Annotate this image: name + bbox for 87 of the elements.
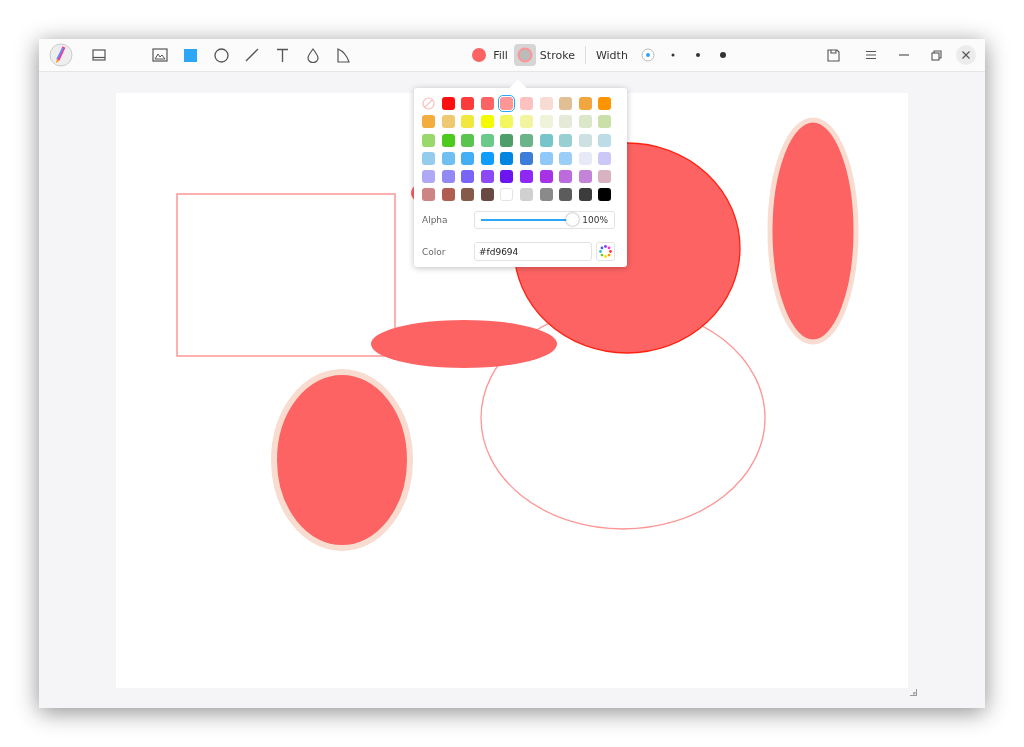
fill-label: Fill	[493, 48, 508, 62]
color-swatch[interactable]	[441, 170, 455, 184]
frame-icon	[92, 49, 106, 61]
color-swatch[interactable]	[441, 97, 455, 110]
color-swatch[interactable]	[480, 115, 494, 129]
color-swatch[interactable]	[461, 151, 475, 165]
image-icon	[152, 48, 168, 62]
drop-icon	[306, 47, 319, 63]
menu-icon	[865, 50, 877, 60]
color-swatch[interactable]	[461, 170, 475, 184]
color-swatch[interactable]	[519, 170, 533, 184]
color-swatch[interactable]	[578, 170, 592, 184]
color-swatch[interactable]	[422, 133, 435, 147]
color-swatch[interactable]	[559, 151, 573, 165]
color-wheel-button[interactable]	[596, 242, 615, 262]
close-button[interactable]	[956, 45, 976, 65]
color-swatch[interactable]	[422, 170, 435, 184]
color-label: Color	[422, 247, 447, 257]
color-swatch[interactable]	[500, 133, 514, 147]
resize-grip-icon[interactable]	[910, 689, 917, 696]
color-swatch[interactable]	[539, 151, 553, 165]
width-label: Width	[595, 48, 628, 62]
color-swatch[interactable]	[500, 115, 514, 129]
color-swatch[interactable]	[539, 97, 553, 110]
color-swatch[interactable]	[559, 115, 573, 129]
color-swatch[interactable]	[500, 97, 514, 110]
color-swatch[interactable]	[598, 188, 612, 202]
circle-icon	[213, 47, 229, 63]
color-swatch[interactable]	[422, 151, 435, 165]
color-swatch[interactable]	[598, 151, 612, 165]
color-swatch[interactable]	[598, 115, 612, 129]
save-icon	[826, 48, 840, 62]
color-swatch[interactable]	[559, 97, 573, 110]
color-swatch[interactable]	[480, 133, 494, 147]
color-swatch[interactable]	[480, 188, 494, 202]
color-swatch[interactable]	[578, 115, 592, 129]
color-swatch[interactable]	[500, 170, 514, 184]
color-swatch[interactable]	[539, 133, 553, 147]
line-icon	[244, 48, 259, 62]
color-swatch[interactable]	[461, 97, 475, 110]
color-swatch[interactable]	[578, 151, 592, 165]
color-hex-field[interactable]: #fd9694	[474, 242, 592, 262]
color-swatch[interactable]	[441, 133, 455, 147]
color-swatch[interactable]	[519, 133, 533, 147]
color-swatch[interactable]	[441, 188, 455, 202]
color-swatch[interactable]	[500, 151, 514, 165]
color-swatch[interactable]	[422, 188, 435, 202]
color-swatch[interactable]	[539, 170, 553, 184]
color-swatch[interactable]	[539, 115, 553, 129]
color-swatch[interactable]	[480, 170, 494, 184]
alpha-slider[interactable]: 100%	[474, 211, 615, 230]
color-swatch[interactable]	[480, 97, 494, 110]
color-swatch[interactable]	[519, 151, 533, 165]
color-swatch[interactable]	[559, 133, 573, 147]
color-swatch[interactable]	[461, 188, 475, 202]
color-swatch[interactable]	[422, 115, 435, 129]
app-logo-icon[interactable]	[49, 43, 73, 67]
color-swatch[interactable]	[519, 188, 533, 202]
alpha-value: 100%	[582, 215, 608, 226]
close-icon	[961, 50, 971, 60]
color-swatch[interactable]	[598, 133, 612, 147]
stroke-label: Stroke	[539, 48, 575, 62]
color-swatch[interactable]	[539, 188, 553, 202]
color-swatch[interactable]	[578, 97, 592, 110]
color-swatch[interactable]	[480, 151, 494, 165]
color-swatch[interactable]	[559, 170, 573, 184]
color-swatch[interactable]	[461, 133, 475, 147]
dot-icon	[640, 48, 655, 62]
color-swatch[interactable]	[519, 115, 533, 129]
color-swatch[interactable]	[578, 188, 592, 202]
color-swatch[interactable]	[598, 170, 612, 184]
maximize-icon	[930, 49, 942, 61]
text-icon	[275, 48, 289, 62]
color-swatch[interactable]	[578, 133, 592, 147]
rectangle-icon	[184, 48, 198, 62]
color-swatch[interactable]	[441, 151, 455, 165]
color-swatch[interactable]	[441, 115, 455, 129]
color-swatch[interactable]	[500, 188, 514, 202]
color-swatch[interactable]	[519, 97, 533, 110]
color-swatch[interactable]	[461, 115, 475, 129]
color-swatch[interactable]	[598, 97, 612, 110]
color-swatch[interactable]	[559, 188, 573, 202]
alpha-label: Alpha	[422, 215, 449, 226]
slider-thumb[interactable]	[566, 213, 579, 227]
fill-color-dot[interactable]	[472, 48, 487, 62]
polygon-icon	[337, 47, 351, 63]
no-color-swatch[interactable]	[422, 97, 435, 110]
